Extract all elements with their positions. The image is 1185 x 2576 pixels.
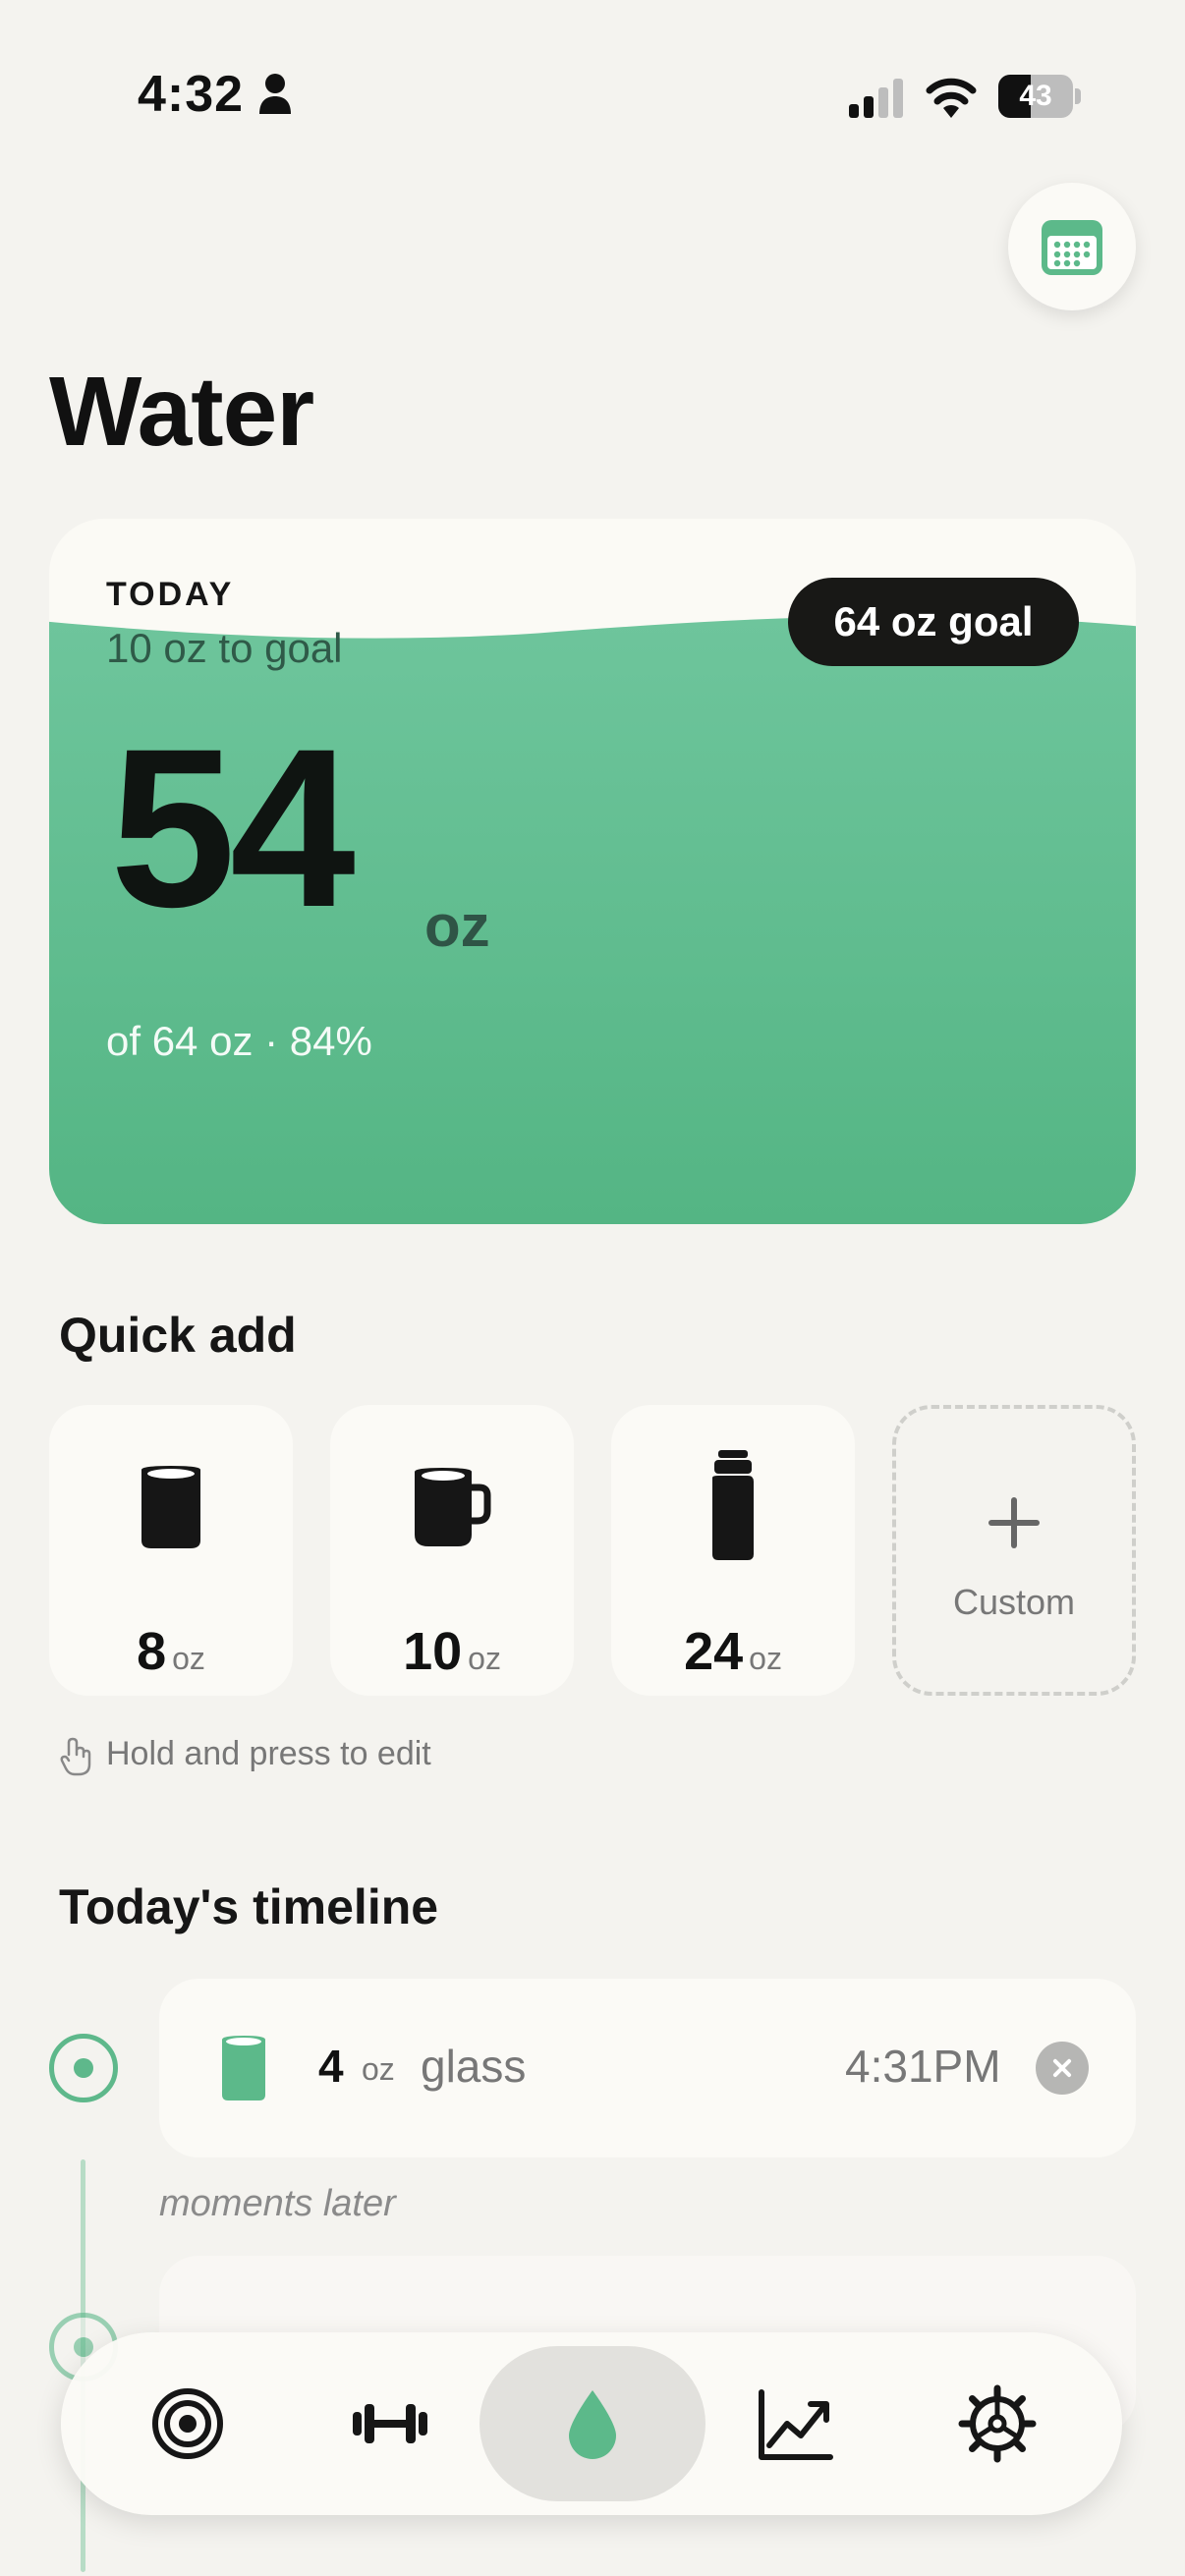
intake-amount: 54 bbox=[110, 701, 356, 954]
bottle-icon bbox=[712, 1450, 754, 1560]
entry-amount: 4 bbox=[318, 2041, 344, 2092]
bottom-navigation bbox=[61, 2332, 1122, 2515]
glass-icon bbox=[141, 1466, 200, 1548]
quick-add-amount: 8 bbox=[137, 1622, 167, 1681]
quick-add-hint: Hold and press to edit bbox=[106, 1735, 431, 1772]
calendar-button[interactable] bbox=[1008, 183, 1136, 310]
nav-workouts-tab[interactable] bbox=[320, 2354, 460, 2493]
custom-label: Custom bbox=[952, 1582, 1076, 1622]
nav-goals-tab[interactable] bbox=[118, 2354, 257, 2493]
cellular-signal-icon bbox=[849, 79, 903, 118]
timeline-title: Today's timeline bbox=[59, 1879, 439, 1934]
person-icon bbox=[259, 74, 291, 114]
nav-settings-tab[interactable] bbox=[928, 2354, 1067, 2493]
mug-icon bbox=[415, 1468, 491, 1546]
wifi-icon bbox=[926, 78, 977, 118]
quick-add-unit: oz bbox=[172, 1641, 205, 1676]
battery-level: 43 bbox=[1019, 80, 1052, 112]
timeline-dot bbox=[49, 2034, 118, 2102]
glass-icon bbox=[222, 2036, 265, 2100]
quick-add-8oz-button[interactable]: 8 oz bbox=[49, 1405, 293, 1696]
progress-summary: of 64 oz · 84% bbox=[106, 1018, 372, 1064]
water-progress-card: TODAY 10 oz to goal 64 oz goal 54 oz of … bbox=[49, 519, 1136, 1224]
dumbbell-icon bbox=[353, 2404, 427, 2443]
quick-add-24oz-button[interactable]: 24 oz bbox=[611, 1405, 855, 1696]
goal-pill[interactable]: 64 oz goal bbox=[788, 578, 1079, 666]
battery-indicator: 43 bbox=[998, 75, 1081, 118]
timeline-entry[interactable]: 4 oz glass 4:31PM bbox=[159, 1979, 1136, 2157]
entry-time: 4:31PM bbox=[845, 2041, 1001, 2092]
today-label: TODAY bbox=[106, 576, 235, 613]
quick-add-amount: 10 bbox=[403, 1622, 463, 1681]
nav-progress-tab[interactable] bbox=[725, 2354, 865, 2493]
quick-add-unit: oz bbox=[468, 1641, 501, 1676]
plus-icon bbox=[988, 1497, 1040, 1548]
target-icon bbox=[152, 2388, 223, 2459]
remove-entry-icon[interactable] bbox=[1036, 2042, 1089, 2095]
quick-add-custom-button[interactable]: Custom bbox=[892, 1405, 1136, 1696]
hand-press-icon bbox=[60, 1737, 91, 1776]
quick-add-unit: oz bbox=[749, 1641, 782, 1676]
settings-gear-icon bbox=[958, 2384, 1037, 2463]
calendar-icon bbox=[1042, 220, 1102, 275]
quick-add-title: Quick add bbox=[59, 1308, 297, 1363]
page-title: Water bbox=[49, 357, 314, 467]
water-drop-icon bbox=[569, 2390, 616, 2459]
nav-water-tab[interactable] bbox=[523, 2354, 662, 2493]
entry-unit: oz bbox=[362, 2051, 395, 2087]
chart-trend-icon bbox=[759, 2389, 833, 2460]
remaining-to-goal: 10 oz to goal bbox=[106, 625, 343, 671]
entry-name: glass bbox=[421, 2041, 527, 2092]
intake-unit: oz bbox=[424, 893, 490, 959]
timeline-gap-label: moments later bbox=[159, 2183, 396, 2224]
quick-add-amount: 24 bbox=[684, 1622, 744, 1681]
status-time: 4:32 bbox=[138, 66, 245, 123]
quick-add-10oz-button[interactable]: 10 oz bbox=[330, 1405, 574, 1696]
